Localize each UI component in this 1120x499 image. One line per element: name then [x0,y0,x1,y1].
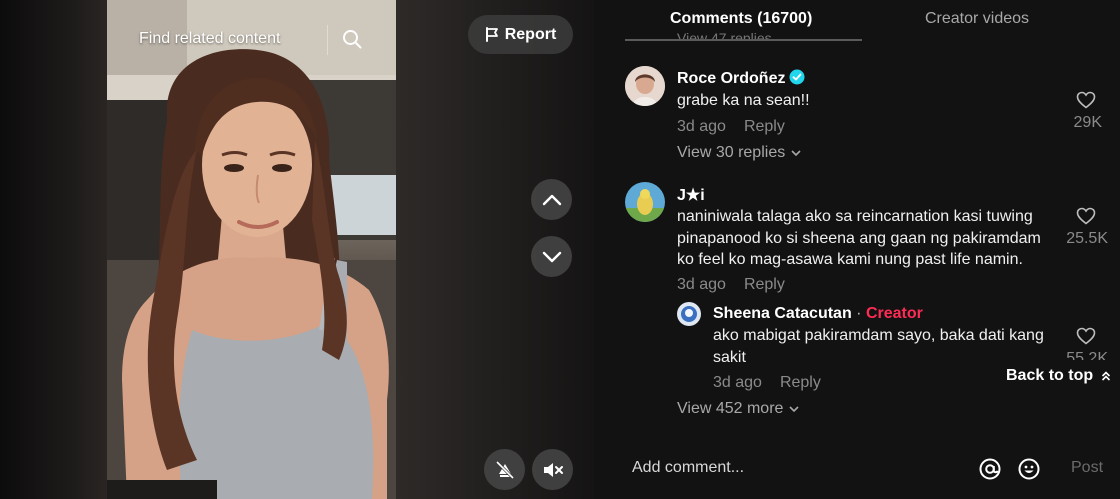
reply-button[interactable]: Reply [744,276,785,293]
post-button[interactable]: Post [1071,459,1103,477]
chevron-up-icon [542,194,561,205]
filter-toggle-button[interactable] [484,449,525,490]
mute-button[interactable] [532,449,573,490]
comment-text: grabe ka na sean!! [677,92,810,109]
reply-meta: 3d ago Reply [713,374,821,392]
panel-tabs: Comments (16700) Creator videos View 47 … [594,0,1120,42]
heart-icon[interactable] [1076,207,1096,225]
comment-meta: 3d ago Reply [677,276,785,294]
avatar-image [625,182,665,222]
next-video-button[interactable] [531,236,572,277]
previous-video-button[interactable] [531,179,572,220]
tab-creator-videos[interactable]: Creator videos [925,10,1029,28]
emoji-icon[interactable] [1017,457,1041,481]
comment-time: 3d ago [677,276,726,293]
video-area: Find related content Report [0,0,594,499]
video-player[interactable] [107,0,396,499]
comment-meta: 3d ago Reply [677,118,785,136]
comment-composer: Add comment... Post [594,441,1120,499]
mention-icon[interactable] [978,457,1002,481]
view-replies-button[interactable]: View 30 replies [677,144,801,162]
mute-icon [543,462,563,477]
chevron-down-icon [789,405,800,412]
view-replies-label: View 30 replies [677,144,786,161]
video-blur-left [0,0,107,499]
verified-badge-icon [789,69,805,85]
avatar-image [625,66,665,106]
reply-author[interactable]: Sheena Catacutan · Creator [713,305,923,323]
like-count: 25.5K [1066,230,1108,247]
comment-author[interactable]: J★i [677,185,705,205]
reply-button[interactable]: Reply [744,118,785,135]
chevron-down-icon [791,149,801,156]
reply-time: 3d ago [713,374,762,391]
reply-author-name: Sheena Catacutan [713,305,852,322]
avatar-image [677,302,701,326]
video-frame-image [107,0,396,499]
back-to-top-label: Back to top [1006,367,1094,384]
chevron-down-icon [542,251,561,262]
view-more-label: View 452 more [677,400,784,417]
creator-badge: Creator [865,305,923,322]
no-filter-icon [495,460,514,479]
comment-author-name: Roce Ordoñez [677,70,786,87]
find-related-label: Find related content [139,30,281,47]
comment-time: 3d ago [677,118,726,135]
avatar[interactable] [625,66,665,106]
report-button[interactable]: Report [468,15,573,54]
flag-icon [485,27,498,42]
add-comment-input[interactable]: Add comment... [632,459,744,477]
find-related-content[interactable]: Find related content [128,22,378,56]
back-to-top-button[interactable]: Back to top [1000,364,1120,388]
divider [327,25,328,55]
separator-dot: · [856,305,862,322]
comments-panel: Comments (16700) Creator videos View 47 … [594,0,1120,499]
comment-author[interactable]: Roce Ordoñez [677,69,805,88]
report-label: Report [504,25,557,43]
search-icon[interactable] [341,28,363,50]
view-more-button[interactable]: View 452 more [677,400,800,418]
heart-icon[interactable] [1076,91,1096,109]
avatar[interactable] [677,302,701,326]
reply-button[interactable]: Reply [780,374,821,391]
like-count: 55.2K [1066,350,1108,360]
avatar[interactable] [625,182,665,222]
active-tab-indicator [625,39,862,41]
reply-text: ako mabigat pakiramdam sayo, baka dati k… [713,327,1044,366]
heart-icon[interactable] [1076,327,1096,345]
like-count: 29K [1073,114,1102,131]
comment-text: naniniwala talaga ako sa reincarnation k… [677,208,1041,268]
tab-comments[interactable]: Comments (16700) [670,10,812,28]
double-chevron-up-icon [1102,371,1111,381]
